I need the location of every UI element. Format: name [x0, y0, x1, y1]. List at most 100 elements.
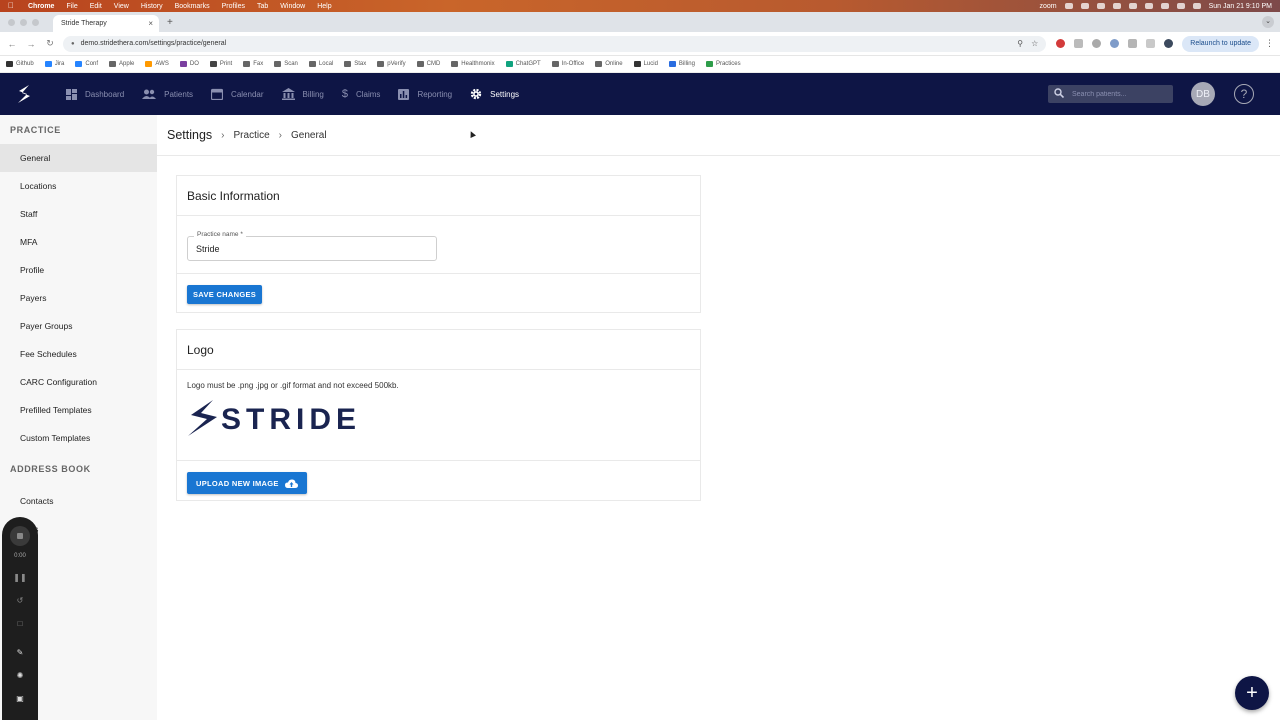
- menu-app-name[interactable]: Chrome: [28, 3, 54, 10]
- browser-tab-active[interactable]: Stride Therapy ×: [53, 15, 159, 32]
- minimize-window-button[interactable]: [20, 18, 27, 26]
- side-panel-icon[interactable]: [1146, 39, 1156, 48]
- tab-close-icon[interactable]: ×: [148, 19, 153, 28]
- sidebar-item-profile[interactable]: Profile: [0, 256, 157, 284]
- zoom-window-button[interactable]: [32, 18, 39, 26]
- patient-search[interactable]: [1048, 85, 1173, 103]
- relaunch-button[interactable]: Relaunch to update: [1182, 35, 1259, 52]
- bluetooth-icon[interactable]: [1160, 3, 1169, 9]
- extension-icon[interactable]: [1110, 39, 1120, 48]
- upload-new-image-button[interactable]: UPLOAD NEW IMAGE: [187, 472, 307, 494]
- nav-dashboard[interactable]: Dashboard: [66, 88, 124, 100]
- pause-icon[interactable]: ❚❚: [13, 573, 26, 582]
- tray-icon[interactable]: [1112, 3, 1121, 9]
- menu-tab[interactable]: Tab: [257, 3, 268, 10]
- nav-claims[interactable]: $ Claims: [342, 88, 381, 100]
- bookmark-in-office[interactable]: In-Office: [551, 61, 584, 67]
- sidebar-item-prefilled-templates[interactable]: Prefilled Templates: [0, 396, 157, 424]
- extension-icon[interactable]: [1056, 39, 1066, 48]
- nav-settings[interactable]: Settings: [470, 88, 519, 100]
- bookmark-jira[interactable]: Jira: [44, 61, 64, 67]
- zoom-tray-label[interactable]: zoom: [1039, 3, 1056, 10]
- camera-icon[interactable]: ▣: [16, 694, 24, 703]
- back-icon[interactable]: ←: [6, 39, 18, 49]
- bookmark-practices[interactable]: Practices: [705, 61, 741, 67]
- close-window-button[interactable]: [8, 18, 15, 26]
- practice-name-field[interactable]: Practice name * Stride: [187, 231, 437, 261]
- apple-icon[interactable]: : [8, 2, 16, 10]
- bookmark-billing[interactable]: Billing: [668, 61, 695, 67]
- bookmark-github[interactable]: Github: [6, 61, 34, 67]
- bookmark-apple[interactable]: Apple: [109, 61, 134, 67]
- sidebar-item-mfa[interactable]: MFA: [0, 228, 157, 256]
- menu-profiles[interactable]: Profiles: [222, 3, 245, 10]
- bookmark-chatgpt[interactable]: ChatGPT: [505, 61, 541, 67]
- address-bar[interactable]: ● demo.stridethera.com/settings/practice…: [63, 35, 1047, 52]
- profile-icon[interactable]: [1164, 39, 1174, 48]
- avatar[interactable]: DB: [1191, 82, 1215, 106]
- menu-help[interactable]: Help: [317, 3, 331, 10]
- tray-icon[interactable]: [1064, 3, 1073, 9]
- sidebar-item-staff[interactable]: Staff: [0, 200, 157, 228]
- sidebar-item-custom-templates[interactable]: Custom Templates: [0, 424, 157, 452]
- bookmark-cmd[interactable]: CMD: [416, 61, 440, 67]
- site-info-icon[interactable]: ●: [71, 41, 75, 47]
- tab-search-icon[interactable]: ⌄: [1262, 16, 1274, 28]
- bookmark-online[interactable]: Online: [595, 61, 623, 67]
- sidebar-item-payer-groups[interactable]: Payer Groups: [0, 312, 157, 340]
- bookmark-star-icon[interactable]: ☆: [1031, 39, 1038, 48]
- breadcrumb-practice[interactable]: Practice: [234, 130, 270, 141]
- trash-icon[interactable]: □: [18, 619, 23, 628]
- save-changes-button[interactable]: SAVE CHANGES: [187, 285, 263, 304]
- reload-icon[interactable]: ↻: [44, 38, 56, 49]
- sidebar-item-fee-schedules[interactable]: Fee Schedules: [0, 340, 157, 368]
- nav-billing[interactable]: Billing: [281, 88, 324, 100]
- menu-file[interactable]: File: [66, 3, 77, 10]
- extension-icon[interactable]: [1074, 39, 1084, 48]
- menu-edit[interactable]: Edit: [90, 3, 102, 10]
- bookmark-scan[interactable]: Scan: [274, 61, 298, 67]
- sidebar-item-carc-configuration[interactable]: CARC Configuration: [0, 368, 157, 396]
- control-center-icon[interactable]: [1192, 3, 1201, 9]
- menu-history[interactable]: History: [141, 3, 163, 10]
- bookmark-lucid[interactable]: Lucid: [633, 61, 658, 67]
- tray-icon[interactable]: [1128, 3, 1137, 9]
- zoom-icon[interactable]: ⚲: [1017, 39, 1023, 48]
- bookmark-healthmonix[interactable]: Healthmonix: [451, 61, 495, 67]
- bookmark-conf[interactable]: Conf: [75, 61, 98, 67]
- bookmark-stax[interactable]: Stax: [344, 61, 366, 67]
- bookmark-print[interactable]: Print: [209, 61, 232, 67]
- nav-patients[interactable]: Patients: [142, 89, 193, 99]
- menu-bookmarks[interactable]: Bookmarks: [175, 3, 210, 10]
- menubar-clock[interactable]: Sun Jan 21 9:10 PM: [1209, 3, 1272, 10]
- bookmark-local[interactable]: Local: [308, 61, 333, 67]
- page-title[interactable]: Settings: [167, 128, 212, 142]
- wifi-icon[interactable]: [1144, 3, 1153, 9]
- sidebar-item-payers[interactable]: Payers: [0, 284, 157, 312]
- nav-reporting[interactable]: Reporting: [398, 88, 452, 100]
- menu-view[interactable]: View: [114, 3, 129, 10]
- restart-icon[interactable]: ↺: [17, 596, 24, 605]
- new-tab-button[interactable]: +: [167, 14, 173, 32]
- add-fab-button[interactable]: +: [1235, 676, 1269, 710]
- tray-icon[interactable]: [1096, 3, 1105, 9]
- extensions-puzzle-icon[interactable]: [1128, 39, 1138, 48]
- search-input[interactable]: [1072, 90, 1162, 98]
- sidebar-item-locations[interactable]: Locations: [0, 172, 157, 200]
- extension-icon[interactable]: [1092, 39, 1102, 48]
- bookmark-aws[interactable]: AWS: [145, 61, 169, 67]
- nav-calendar[interactable]: Calendar: [211, 88, 264, 100]
- menu-window[interactable]: Window: [280, 3, 305, 10]
- help-icon[interactable]: ?: [1234, 84, 1254, 104]
- stride-logo-icon[interactable]: [0, 73, 48, 115]
- url-text[interactable]: demo.stridethera.com/settings/practice/g…: [81, 40, 1010, 47]
- effects-icon[interactable]: ✺: [17, 671, 24, 680]
- sidebar-item-general[interactable]: General: [0, 144, 157, 172]
- pencil-icon[interactable]: ✎: [17, 648, 24, 657]
- sidebar-item-contacts[interactable]: Contacts: [0, 487, 157, 515]
- bookmark-pverify[interactable]: pVerify: [377, 61, 406, 67]
- stop-recording-button[interactable]: [10, 526, 30, 546]
- practice-name-input[interactable]: Stride: [196, 244, 220, 254]
- bookmark-do[interactable]: DO: [179, 61, 199, 67]
- chrome-menu-icon[interactable]: ⋮: [1265, 38, 1274, 49]
